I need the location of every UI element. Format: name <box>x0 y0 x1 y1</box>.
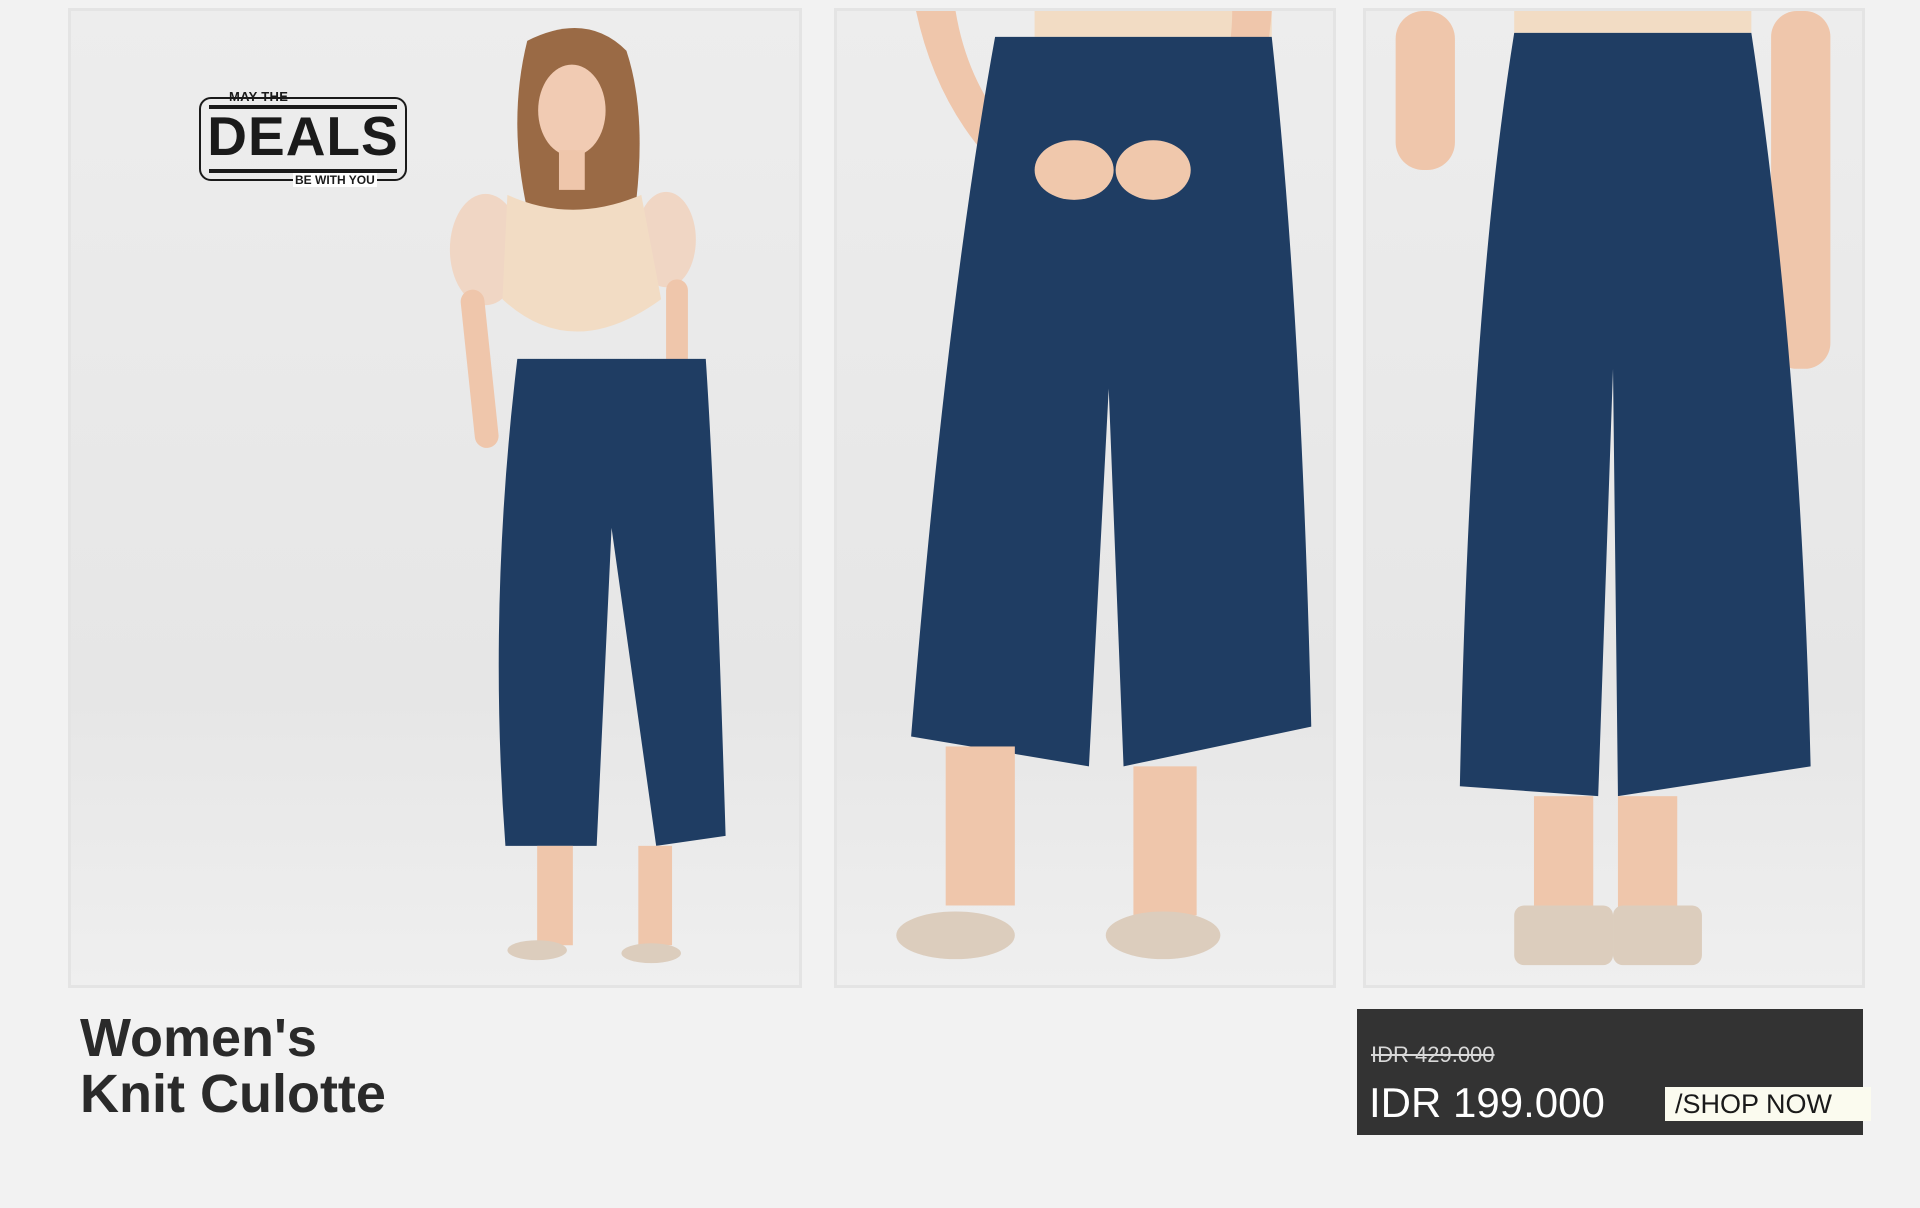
product-photo-front-full[interactable]: MAY THE DEALS BE WITH YOU <box>68 8 802 988</box>
product-title: Women's Knit Culotte <box>80 1010 386 1122</box>
logo-word: DEALS <box>207 105 399 167</box>
pants-back-illustration <box>1395 11 1831 966</box>
model-illustration <box>449 28 726 964</box>
deals-logo: MAY THE DEALS BE WITH YOU <box>199 89 411 187</box>
product-title-line1: Women's <box>80 1008 317 1068</box>
shop-now-button[interactable]: /SHOP NOW <box>1665 1087 1871 1121</box>
original-price: IDR 429.000 <box>1371 1042 1495 1067</box>
price-box: IDR 429.000 IDR 199.000 /SHOP NOW <box>1357 1009 1871 1135</box>
product-photo-front-closeup[interactable] <box>834 8 1336 988</box>
logo-top-text: MAY THE <box>229 89 289 104</box>
logo-bottom-text: BE WITH YOU <box>293 173 377 187</box>
pants-front-illustration <box>896 11 1312 960</box>
product-photo-back[interactable] <box>1363 8 1865 988</box>
product-title-line2: Knit Culotte <box>80 1064 386 1124</box>
sale-price: IDR 199.000 <box>1369 1079 1605 1126</box>
